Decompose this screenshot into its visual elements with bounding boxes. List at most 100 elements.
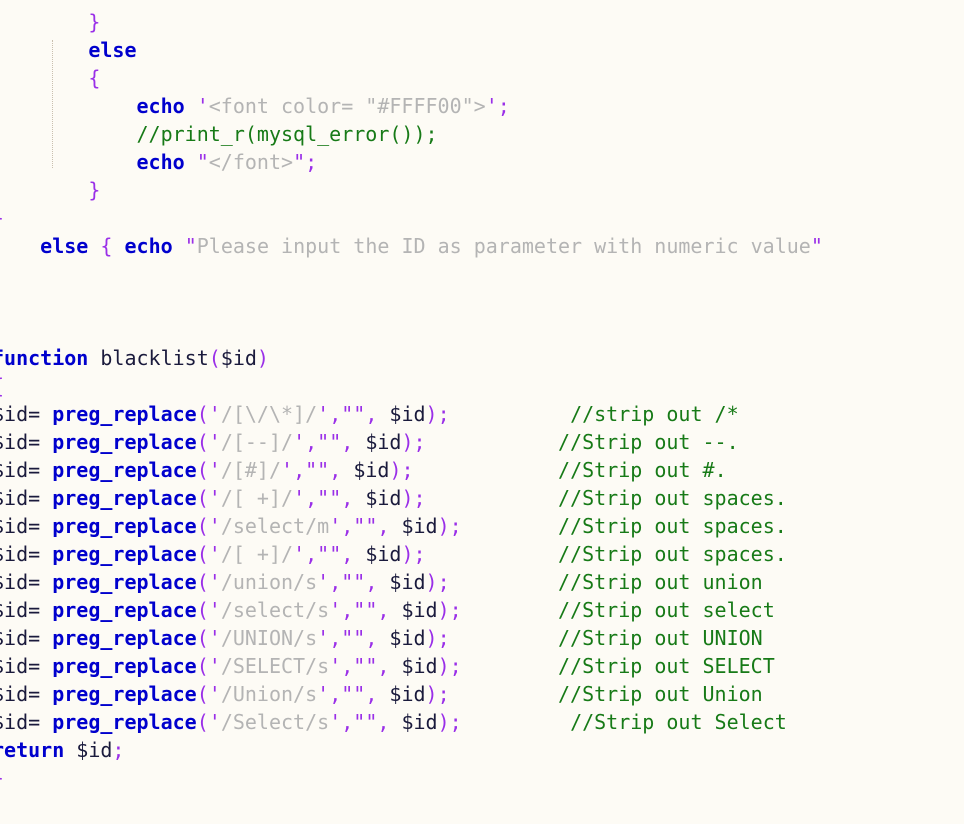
- token-op: =: [28, 626, 41, 650]
- token-pun: ': [208, 486, 221, 510]
- token-pun: ,: [329, 570, 342, 594]
- token-op: =: [28, 486, 41, 510]
- token-pun: ;: [437, 570, 450, 594]
- code-line[interactable]: $id= preg_replace('/Select/s',"", $id); …: [0, 708, 823, 736]
- code-line[interactable]: }: [0, 204, 823, 232]
- token-whitespace: [0, 38, 88, 62]
- token-whitespace: [450, 682, 558, 706]
- token-op: =: [28, 430, 41, 454]
- code-line[interactable]: ​: [0, 288, 823, 316]
- code-line[interactable]: $id= preg_replace('/[\/\*]/',"", $id); /…: [0, 400, 823, 428]
- code-line[interactable]: $id= preg_replace('/[--]/',"", $id); //S…: [0, 428, 823, 456]
- token-pun: ): [437, 654, 450, 678]
- code-line[interactable]: }: [0, 176, 823, 204]
- token-pun: "": [341, 402, 366, 426]
- token-pun: }: [0, 766, 4, 790]
- token-pun: (: [196, 710, 209, 734]
- code-line[interactable]: else { echo "Please input the ID as para…: [0, 232, 823, 260]
- token-whitespace: [185, 94, 197, 118]
- code-line[interactable]: return $id;: [0, 736, 823, 764]
- token-pun: ,: [305, 542, 318, 566]
- token-pun: {: [100, 234, 113, 258]
- code-line[interactable]: ​: [0, 316, 823, 344]
- token-pun: ': [208, 626, 221, 650]
- token-str: <font color= "#FFFF00">: [208, 94, 486, 118]
- token-whitespace: [40, 570, 52, 594]
- code-line[interactable]: }: [0, 8, 823, 36]
- token-whitespace: [88, 234, 100, 258]
- token-cmt: //Strip out --.: [558, 430, 739, 454]
- token-pun: ': [329, 598, 342, 622]
- code-line[interactable]: else: [0, 36, 823, 64]
- code-line[interactable]: function blacklist($id): [0, 344, 823, 372]
- token-op: =: [28, 710, 41, 734]
- token-pun: ;: [449, 654, 462, 678]
- code-line[interactable]: //print_r(mysql_error());: [0, 120, 823, 148]
- code-line[interactable]: $id= preg_replace('/UNION/s',"", $id); /…: [0, 624, 823, 652]
- token-id: $id: [365, 542, 402, 566]
- token-cmt: //Strip out union: [558, 570, 763, 594]
- token-pun: ': [208, 654, 221, 678]
- token-kw: else: [40, 234, 89, 258]
- token-whitespace: [173, 234, 185, 258]
- token-cmt: //Strip out UNION: [558, 626, 763, 650]
- token-whitespace: [40, 598, 52, 622]
- token-fn: preg_replace: [52, 570, 197, 594]
- token-whitespace: [353, 430, 365, 454]
- token-cmt: //Strip out SELECT: [558, 654, 775, 678]
- code-line[interactable]: $id= preg_replace('/select/m',"", $id); …: [0, 512, 823, 540]
- token-id: $id: [0, 514, 29, 538]
- token-pun: }: [88, 178, 101, 202]
- token-kw: else: [88, 38, 137, 62]
- code-line[interactable]: echo '<font color= "#FFFF00">';: [0, 92, 823, 120]
- token-pun: ,: [365, 570, 378, 594]
- token-pun: "": [353, 710, 378, 734]
- token-cmt: //Strip out spaces.: [558, 542, 787, 566]
- token-pun: ,: [293, 458, 306, 482]
- code-line[interactable]: ​: [0, 260, 823, 288]
- code-line[interactable]: $id= preg_replace('/union/s',"", $id); /…: [0, 568, 823, 596]
- token-whitespace: [40, 654, 52, 678]
- code-line[interactable]: $id= preg_replace('/[ +]/',"", $id); //S…: [0, 540, 823, 568]
- token-whitespace: [450, 402, 570, 426]
- token-id: $id: [0, 486, 29, 510]
- token-pun: (: [196, 402, 209, 426]
- token-id: $id: [0, 682, 29, 706]
- token-whitespace: [0, 178, 88, 202]
- token-pun: ': [293, 542, 306, 566]
- token-str: </font>: [208, 150, 294, 174]
- token-pun: (: [196, 626, 209, 650]
- token-id: $id: [389, 626, 426, 650]
- token-fn: preg_replace: [52, 682, 197, 706]
- code-line[interactable]: }: [0, 764, 823, 792]
- token-str: /[#]/: [220, 458, 282, 482]
- token-pun: ,: [341, 430, 354, 454]
- token-cmt: //strip out /*: [570, 402, 739, 426]
- token-whitespace: [0, 122, 137, 146]
- token-pun: ,: [377, 710, 390, 734]
- token-kw: echo: [136, 94, 185, 118]
- code-line[interactable]: echo "</font>";: [0, 148, 823, 176]
- token-pun: "": [305, 458, 330, 482]
- token-op: =: [28, 458, 41, 482]
- code-line[interactable]: $id= preg_replace('/SELECT/s',"", $id); …: [0, 652, 823, 680]
- code-line[interactable]: {: [0, 372, 823, 400]
- token-pun: (: [196, 682, 209, 706]
- token-whitespace: [185, 150, 197, 174]
- token-id: $id: [389, 682, 426, 706]
- code-line[interactable]: {: [0, 64, 823, 92]
- code-line[interactable]: $id= preg_replace('/select/s',"", $id); …: [0, 596, 823, 624]
- code-line[interactable]: $id= preg_replace('/Union/s',"", $id); /…: [0, 680, 823, 708]
- source-code-block[interactable]: } else { echo '<font color= "#FFFF00">';…: [0, 8, 823, 792]
- token-id: $id: [401, 598, 438, 622]
- token-pun: ,: [329, 458, 342, 482]
- token-fn: preg_replace: [52, 458, 197, 482]
- token-pun: ": [293, 150, 306, 174]
- token-pun: ,: [365, 402, 378, 426]
- token-op: =: [28, 682, 41, 706]
- token-pun: ,: [329, 682, 342, 706]
- token-whitespace: [88, 346, 100, 370]
- token-pun: ': [485, 94, 498, 118]
- code-line[interactable]: $id= preg_replace('/[#]/',"", $id); //St…: [0, 456, 823, 484]
- code-line[interactable]: $id= preg_replace('/[ +]/',"", $id); //S…: [0, 484, 823, 512]
